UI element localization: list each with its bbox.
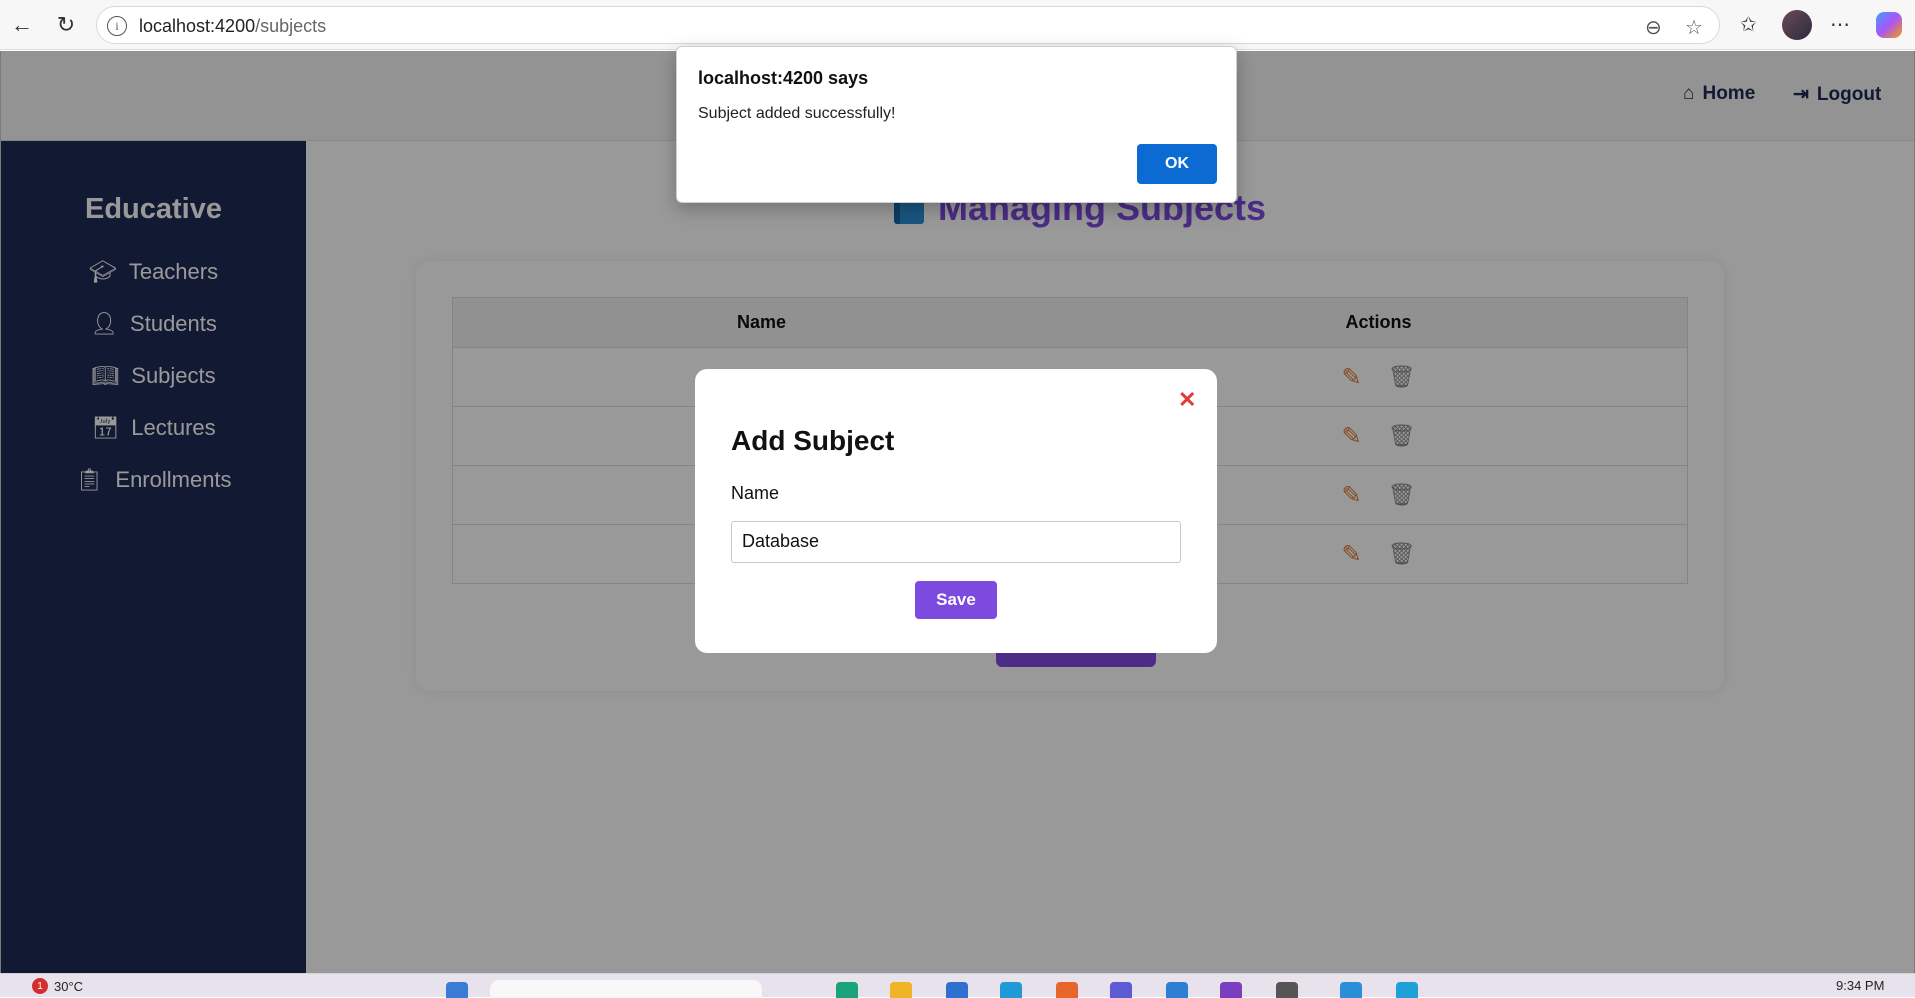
alert-title: localhost:4200 says bbox=[698, 68, 869, 88]
profile-avatar[interactable] bbox=[1782, 10, 1812, 40]
app-icon[interactable] bbox=[1056, 982, 1078, 998]
favorite-star-icon[interactable]: ☆ bbox=[1685, 15, 1703, 40]
favorites-icon[interactable]: ✩ bbox=[1740, 12, 1757, 37]
modal-title: Add Subject bbox=[731, 425, 895, 456]
app-icon[interactable] bbox=[1166, 982, 1188, 998]
store-icon[interactable] bbox=[946, 982, 968, 998]
name-label: Name bbox=[731, 483, 780, 503]
start-icon[interactable] bbox=[446, 982, 468, 998]
teams-icon[interactable] bbox=[1110, 982, 1132, 998]
save-button[interactable]: Save bbox=[915, 581, 997, 619]
clock: 9:34 PM bbox=[1836, 978, 1885, 993]
alert-message: Subject added successfully! bbox=[698, 105, 896, 122]
weather-widget[interactable]: 1 30°C bbox=[32, 978, 83, 994]
browser-alert-dialog: localhost:4200 says Subject added succes… bbox=[676, 46, 1237, 203]
vscode-icon[interactable] bbox=[1396, 982, 1418, 998]
edge-icon[interactable] bbox=[836, 982, 858, 998]
url-text: localhost:4200/subjects bbox=[139, 16, 327, 36]
os-taskbar: 1 30°C 9:34 PM bbox=[0, 973, 1915, 998]
subject-name-input[interactable]: Database bbox=[731, 521, 1181, 563]
taskbar-search[interactable] bbox=[490, 980, 762, 998]
browser-toolbar: ← ↻ i localhost:4200/subjects ⊖ ☆ ✩ ⋯ bbox=[0, 0, 1915, 50]
app-icon[interactable] bbox=[1276, 982, 1298, 998]
ok-button[interactable]: OK bbox=[1137, 144, 1217, 184]
copilot-icon[interactable] bbox=[1876, 12, 1902, 38]
notification-badge: 1 bbox=[32, 978, 48, 994]
site-info-icon[interactable]: i bbox=[107, 16, 127, 36]
folder-icon[interactable] bbox=[890, 982, 912, 998]
close-icon[interactable]: ✕ bbox=[1178, 387, 1196, 413]
address-bar[interactable]: i localhost:4200/subjects ⊖ ☆ bbox=[96, 6, 1720, 44]
back-icon[interactable]: ← bbox=[8, 11, 36, 39]
vs-icon[interactable] bbox=[1220, 982, 1242, 998]
add-subject-modal: ✕ Add Subject Name Database Save bbox=[695, 369, 1217, 653]
reload-icon[interactable]: ↻ bbox=[52, 11, 80, 39]
zoom-icon[interactable]: ⊖ bbox=[1645, 15, 1662, 40]
more-menu-icon[interactable]: ⋯ bbox=[1830, 12, 1850, 37]
browser-app-icon[interactable] bbox=[1000, 982, 1022, 998]
weather-temperature: 30°C bbox=[54, 978, 84, 994]
app-icon[interactable] bbox=[1340, 982, 1362, 998]
